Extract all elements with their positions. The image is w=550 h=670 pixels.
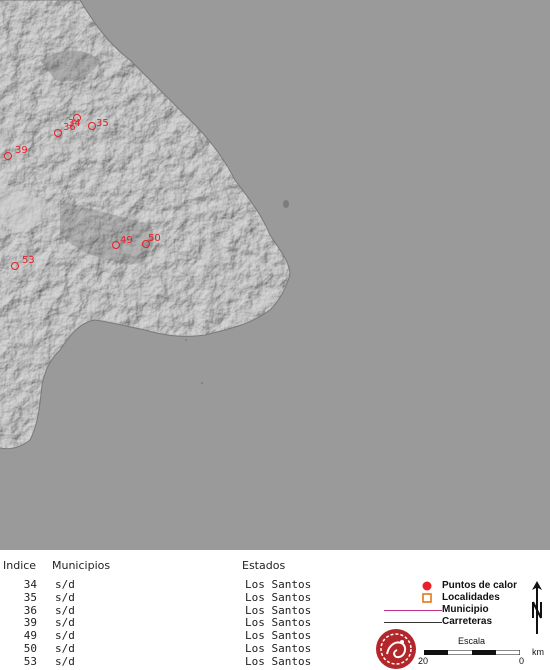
scale-title: Escala: [458, 636, 486, 646]
municipality-line-icon: [384, 610, 442, 611]
scale-bar: [424, 650, 520, 655]
hotspot-label: 53: [22, 255, 35, 266]
header-estados: Estados: [242, 559, 286, 572]
hotspot-label: 36: [63, 122, 76, 133]
hotspot-icon: [422, 581, 432, 591]
cell-municipio: s/d: [55, 654, 75, 668]
table-header: Indice Municipios Estados: [0, 559, 380, 573]
island: [283, 200, 289, 208]
cell-municipio: s/d: [55, 641, 75, 655]
scale-right-value: 0: [519, 656, 525, 666]
locality-square-icon: [422, 593, 432, 603]
legend-roads-label: Carreteras: [442, 616, 493, 627]
hotspot-label: 49: [120, 235, 133, 246]
islet: [201, 382, 203, 384]
map-view[interactable]: 34 35 36 39 49 50 53: [0, 0, 550, 550]
relief-map: 34 35363949 5053: [0, 0, 550, 550]
table-row: 53 s/d Los Santos: [0, 654, 380, 669]
legend-hotspots: Puntos de calor: [380, 580, 550, 592]
agency-logo-icon: [376, 629, 416, 669]
cell-municipio: s/d: [55, 590, 75, 604]
table-row: 34 s/d Los Santos: [0, 578, 380, 592]
scale-left-value: 20: [418, 656, 429, 666]
islet: [185, 339, 187, 341]
cell-estado: Los Santos: [245, 590, 312, 604]
legend-municipality-label: Municipio: [442, 604, 489, 615]
scale-unit: km: [532, 647, 544, 657]
legend-localities: Localidades: [380, 592, 550, 604]
hotspot-table: 34 s/d Los Santos 35 s/d Los Santos 36 s…: [0, 578, 380, 669]
cell-indice: 34: [23, 578, 37, 591]
road-line-icon: [384, 622, 442, 623]
cell-estado: Los Santos: [245, 654, 312, 668]
cell-indice: 53: [23, 654, 37, 668]
hotspot-label: 39: [15, 145, 28, 156]
cell-indice: 35: [23, 590, 37, 604]
hotspot-label: 35: [96, 118, 109, 129]
legend-municipality: Municipio: [380, 604, 550, 616]
header-indice: Indice: [3, 559, 37, 572]
legend-hotspots-label: Puntos de calor: [442, 580, 518, 591]
north-arrow-icon: [532, 581, 542, 634]
map-legend: Puntos de calor Localidades Municipio Ca…: [376, 578, 550, 670]
cell-estado: Los Santos: [245, 641, 312, 655]
cell-estado: Los Santos: [245, 578, 312, 591]
header-municipios: Municipios: [52, 559, 111, 572]
cell-municipio: s/d: [55, 578, 75, 591]
cell-indice: 50: [23, 641, 37, 655]
legend-localities-label: Localidades: [442, 592, 500, 603]
hotspot-label: 50: [148, 233, 161, 244]
table-row: 50 s/d Los Santos: [0, 641, 380, 656]
table-row: 35 s/d Los Santos: [0, 590, 380, 605]
legend-roads: Carreteras: [380, 616, 550, 628]
